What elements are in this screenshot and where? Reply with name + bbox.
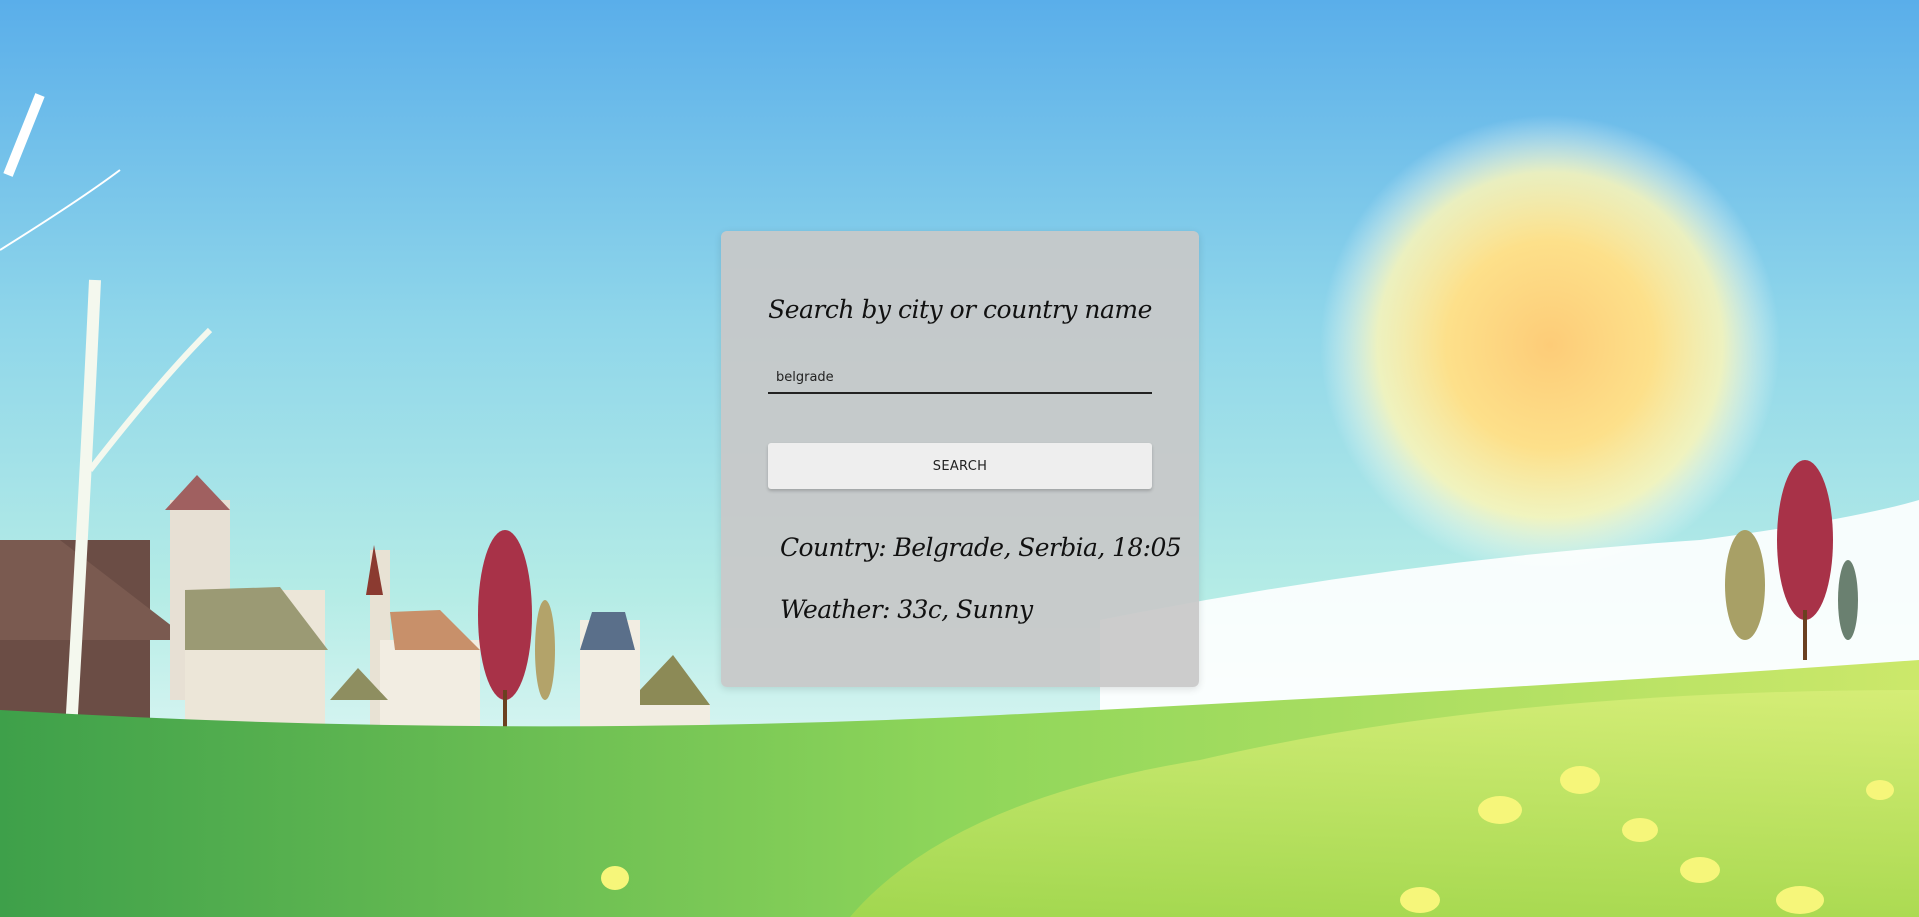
- weather-result: Weather: 33c, Sunny: [780, 595, 1033, 624]
- country-result: Country: Belgrade, Serbia, 18:05: [780, 533, 1182, 562]
- search-heading: Search by city or country name: [768, 295, 1152, 324]
- search-input[interactable]: [768, 363, 1152, 392]
- search-button[interactable]: SEARCH: [768, 443, 1152, 489]
- search-card: Search by city or country name SEARCH Co…: [721, 231, 1199, 687]
- search-input-wrapper: [768, 363, 1152, 394]
